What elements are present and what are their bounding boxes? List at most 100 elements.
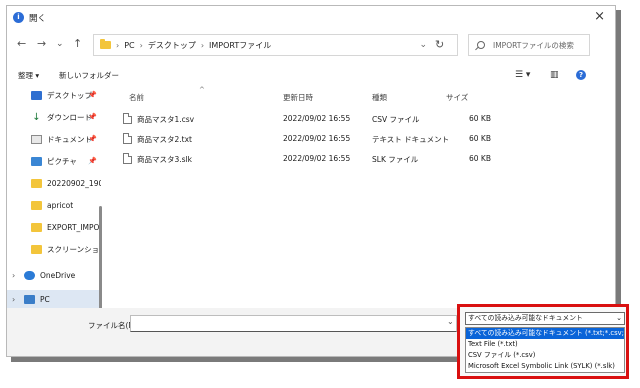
sidebar-item-apricot[interactable]: apricot — [7, 196, 101, 214]
picture-icon — [31, 156, 42, 166]
filter-option-all[interactable]: すべての読み込み可能なドキュメント (*.txt;*.csv;*.slk) — [466, 328, 624, 339]
chevron-down-icon: ⌄ — [616, 314, 622, 322]
pin-icon: 📌 — [88, 135, 97, 143]
file-type: CSV ファイル — [372, 115, 420, 124]
column-header-name[interactable]: 名前 — [129, 92, 144, 103]
sidebar-item-pictures[interactable]: ピクチャ 📌 — [7, 152, 101, 170]
folder-icon — [31, 222, 42, 232]
download-icon: ↓ — [32, 111, 41, 123]
up-arrow-icon[interactable]: ↑ — [73, 37, 82, 50]
filter-option-csv[interactable]: CSV ファイル (*.csv) — [466, 350, 624, 361]
file-modified: 2022/09/02 16:55 — [283, 154, 351, 163]
file-modified: 2022/09/02 16:55 — [283, 134, 351, 143]
help-icon[interactable]: ? — [576, 70, 586, 80]
file-row[interactable]: 商品マスタ2.txt 2022/09/02 16:55 テキスト ドキュメント … — [121, 130, 591, 148]
pc-icon — [24, 294, 35, 304]
file-row[interactable]: 商品マスタ1.csv 2022/09/02 16:55 CSV ファイル 60 … — [121, 110, 591, 128]
folder-icon — [31, 200, 42, 210]
file-size: 60 KB — [469, 114, 491, 123]
highlight-box: すべての読み込み可能なドキュメント ⌄ すべての読み込み可能なドキュメント (*… — [457, 304, 629, 379]
column-header-size[interactable]: サイズ — [446, 92, 468, 103]
file-modified: 2022/09/02 16:55 — [283, 114, 351, 123]
filter-selected-label: すべての読み込み可能なドキュメント — [468, 314, 583, 322]
filter-option-slk[interactable]: Microsoft Excel Symbolic Link (SYLK) (*.… — [466, 361, 624, 372]
expand-chevron-icon[interactable]: › — [12, 295, 15, 304]
address-bar[interactable]: › PC › デスクトップ › IMPORTファイル ⌄ — [93, 34, 458, 56]
breadcrumb-import-folder[interactable]: IMPORTファイル — [209, 40, 271, 51]
breadcrumb-separator: › — [139, 40, 143, 50]
sidebar-item-desktop[interactable]: デスクトップ 📌 — [7, 86, 101, 104]
column-header-type[interactable]: 種類 — [372, 92, 387, 103]
new-folder-button[interactable]: 新しいフォルダー — [59, 70, 119, 81]
sidebar-item-label: EXPORT_IMPOF — [47, 222, 101, 232]
preview-pane-icon[interactable]: ▥ — [550, 70, 559, 80]
file-type-filter-select[interactable]: すべての読み込み可能なドキュメント ⌄ — [465, 312, 625, 325]
file-size: 60 KB — [469, 134, 491, 143]
file-type: SLK ファイル — [372, 155, 419, 164]
file-list: ^ 名前 更新日時 種類 サイズ 商品マスタ1.csv 2022/09/02 1… — [107, 86, 615, 308]
pin-icon: 📌 — [88, 113, 97, 121]
search-icon — [477, 41, 485, 49]
organize-button[interactable]: 整理 ▾ — [18, 70, 39, 81]
sidebar-item-label: apricot — [47, 200, 74, 210]
file-icon — [123, 113, 132, 124]
search-placeholder: IMPORTファイルの検索 — [493, 40, 574, 50]
filename-dropdown-icon[interactable]: ⌄ — [447, 317, 454, 326]
back-arrow-icon[interactable]: ← — [17, 37, 26, 50]
search-box[interactable]: IMPORTファイルの検索 — [468, 34, 590, 56]
sidebar-item-label: ピクチャ — [47, 156, 77, 166]
app-icon: i — [13, 12, 24, 23]
sidebar-item-label: スクリーンショット — [47, 244, 101, 254]
folder-icon — [31, 178, 42, 188]
sidebar-item-screenshots[interactable]: スクリーンショット — [7, 240, 101, 258]
command-bar: 整理 ▾ 新しいフォルダー ☰ ▾ ▥ ? — [7, 68, 615, 84]
pin-icon: 📌 — [88, 91, 97, 99]
sidebar-item-downloads[interactable]: ↓ ダウンロード 📌 — [7, 108, 101, 126]
screenshot-canvas: i 開く × ← → ⌄ ↑ › PC › デスクトップ › IMPORTファイ… — [0, 0, 640, 388]
pin-icon: 📌 — [88, 157, 97, 165]
desktop-icon — [31, 90, 42, 100]
close-icon[interactable]: × — [594, 9, 605, 24]
folder-icon — [31, 244, 42, 254]
title-bar: i 開く × — [7, 6, 615, 28]
view-menu-icon[interactable]: ☰ ▾ — [515, 70, 530, 80]
filter-option-txt[interactable]: Text File (*.txt) — [466, 339, 624, 350]
file-size: 60 KB — [469, 154, 491, 163]
filename-input[interactable] — [130, 315, 457, 332]
sidebar-item-label: ダウンロード — [47, 112, 92, 122]
document-icon — [31, 134, 42, 144]
cloud-icon — [24, 270, 35, 280]
file-name: 商品マスタ3.slk — [137, 155, 192, 164]
breadcrumb-separator: › — [200, 40, 205, 50]
navigation-bar: ← → ⌄ ↑ › PC › デスクトップ › IMPORTファイル ⌄ ↻ I… — [7, 34, 615, 56]
sidebar-item-label: OneDrive — [40, 270, 76, 280]
file-type-dropdown-list: すべての読み込み可能なドキュメント (*.txt;*.csv;*.slk) Te… — [465, 327, 625, 373]
sidebar-item-label: 20220902_1902( — [47, 178, 101, 188]
file-icon — [123, 133, 132, 144]
refresh-icon[interactable]: ↻ — [435, 38, 444, 51]
breadcrumb-desktop[interactable]: デスクトップ — [148, 40, 196, 51]
address-dropdown-icon[interactable]: ⌄ — [419, 40, 427, 50]
sort-ascending-icon: ^ — [199, 86, 205, 94]
expand-chevron-icon[interactable]: › — [12, 271, 15, 280]
sidebar-item-label: ドキュメント — [47, 134, 92, 144]
forward-arrow-icon[interactable]: → — [37, 37, 46, 50]
file-row[interactable]: 商品マスタ3.slk 2022/09/02 16:55 SLK ファイル 60 … — [121, 150, 591, 168]
file-name: 商品マスタ2.txt — [137, 135, 192, 144]
sidebar-item-folder-20220902[interactable]: 20220902_1902( — [7, 174, 101, 192]
sidebar-item-pc[interactable]: › PC — [7, 290, 101, 308]
column-header-modified[interactable]: 更新日時 — [283, 92, 313, 103]
file-icon — [123, 153, 132, 164]
navigation-pane: デスクトップ 📌 ↓ ダウンロード 📌 ドキュメント 📌 ピクチャ 📌 2022… — [7, 86, 103, 341]
sidebar-item-onedrive[interactable]: › OneDrive — [7, 266, 101, 284]
folder-icon — [100, 39, 111, 49]
breadcrumb-pc[interactable]: PC — [124, 41, 134, 50]
sidebar-item-export-import[interactable]: EXPORT_IMPOF — [7, 218, 101, 236]
sidebar-item-label: デスクトップ — [47, 90, 92, 100]
sidebar-item-documents[interactable]: ドキュメント 📌 — [7, 130, 101, 148]
file-type: テキスト ドキュメント — [372, 135, 450, 144]
recent-locations-chevron-icon[interactable]: ⌄ — [56, 39, 64, 49]
file-name: 商品マスタ1.csv — [137, 115, 195, 124]
window-title: 開く — [29, 14, 47, 24]
sidebar-item-label: PC — [40, 294, 50, 304]
